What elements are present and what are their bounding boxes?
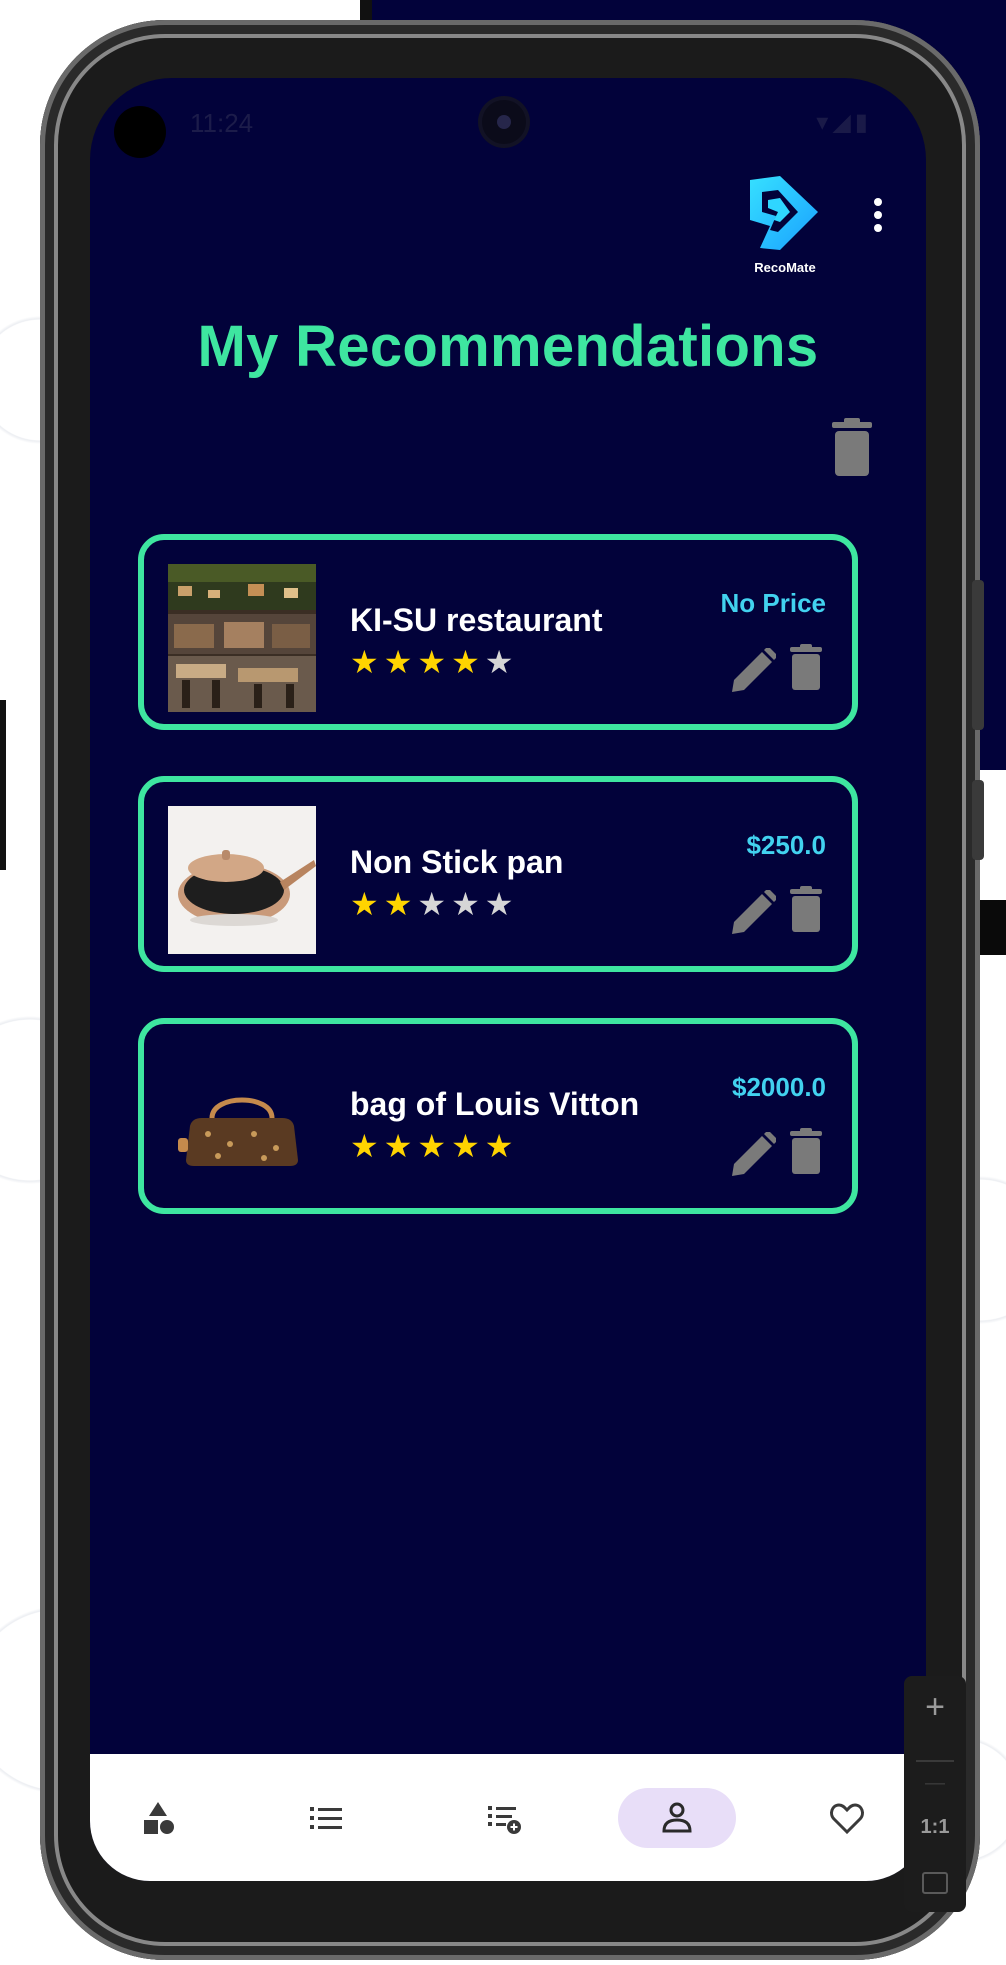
recommendation-card[interactable]: KI-SU restaurant ★ ★ ★ ★ ★ No Price xyxy=(138,534,858,730)
star-rating: ★ ★ ★ ★ ★ xyxy=(350,1130,513,1162)
recomate-logo-icon xyxy=(750,176,818,250)
handbag-photo xyxy=(168,1048,316,1196)
delete-trash-icon[interactable] xyxy=(790,644,822,690)
status-bar: 11:24 ▾◢▮ xyxy=(90,78,926,168)
heart-icon xyxy=(830,1803,864,1835)
item-price: $2000.0 xyxy=(732,1072,826,1102)
zoom-divider xyxy=(916,1760,954,1762)
star-icon: ★ xyxy=(484,1128,514,1164)
star-icon: ★ xyxy=(383,886,413,922)
pan-photo xyxy=(168,806,316,954)
recommendation-card[interactable]: Non Stick pan ★ ★ ★ ★ ★ $250.0 xyxy=(138,776,858,972)
recommendation-card[interactable]: bag of Louis Vitton ★ ★ ★ ★ ★ $2000.0 xyxy=(138,1018,858,1214)
star-icon: ★ xyxy=(484,886,514,922)
list-icon xyxy=(310,1807,342,1829)
fit-screen-icon[interactable] xyxy=(922,1872,948,1894)
emulator-zoom-panel: + — 1:1 xyxy=(904,1676,966,1912)
star-icon: ★ xyxy=(417,1128,447,1164)
edit-pencil-icon[interactable] xyxy=(730,648,776,694)
front-camera-icon xyxy=(482,100,526,144)
item-price: No Price xyxy=(720,588,827,618)
phone-screen: 11:24 ▾◢▮ RecoMate My Recommendations KI… xyxy=(90,78,926,1881)
person-icon xyxy=(662,1802,692,1833)
punch-hole-left xyxy=(114,106,166,158)
item-name: KI-SU restaurant xyxy=(350,602,603,638)
star-icon: ★ xyxy=(451,1128,480,1164)
star-icon: ★ xyxy=(417,886,447,922)
star-icon: ★ xyxy=(350,886,379,922)
nav-favorites[interactable] xyxy=(817,1790,877,1846)
star-icon: ★ xyxy=(484,644,514,680)
item-name: bag of Louis Vitton xyxy=(350,1086,640,1122)
add-list-icon xyxy=(488,1806,521,1834)
actual-size-button[interactable]: 1:1 xyxy=(904,1816,966,1839)
overflow-menu-icon[interactable] xyxy=(872,198,884,238)
star-icon: ★ xyxy=(350,1128,379,1164)
zoom-out-button[interactable]: — xyxy=(904,1772,966,1795)
background-window-left-edge xyxy=(0,700,6,870)
star-icon: ★ xyxy=(451,886,480,922)
zoom-in-button[interactable]: + xyxy=(904,1688,966,1727)
star-icon: ★ xyxy=(417,644,447,680)
restaurant-photo xyxy=(168,564,316,712)
nav-categories[interactable] xyxy=(128,1790,188,1846)
item-price: $250.0 xyxy=(746,830,826,860)
star-icon: ★ xyxy=(451,644,480,680)
status-time: 11:24 xyxy=(190,108,254,138)
delete-trash-icon[interactable] xyxy=(790,1128,822,1174)
logo-text: RecoMate xyxy=(754,260,816,275)
star-icon: ★ xyxy=(350,644,379,680)
nav-profile[interactable] xyxy=(647,1790,707,1846)
edit-pencil-icon[interactable] xyxy=(730,1132,776,1178)
star-rating: ★ ★ ★ ★ ★ xyxy=(350,888,513,920)
item-name: Non Stick pan xyxy=(350,844,564,880)
categories-icon xyxy=(144,1802,174,1834)
edit-pencil-icon[interactable] xyxy=(730,890,776,936)
delete-all-trash-icon[interactable] xyxy=(832,418,872,476)
star-icon: ★ xyxy=(383,644,413,680)
nav-add-list[interactable] xyxy=(474,1790,534,1846)
star-rating: ★ ★ ★ ★ ★ xyxy=(350,646,513,678)
star-icon: ★ xyxy=(383,1128,413,1164)
status-icons: ▾◢▮ xyxy=(816,109,872,136)
power-button[interactable] xyxy=(972,780,984,860)
home-indicator[interactable] xyxy=(406,1858,606,1866)
volume-button[interactable] xyxy=(972,580,984,730)
page-title: My Recommendations xyxy=(197,314,819,379)
nav-list[interactable] xyxy=(296,1790,356,1846)
delete-trash-icon[interactable] xyxy=(790,886,822,932)
